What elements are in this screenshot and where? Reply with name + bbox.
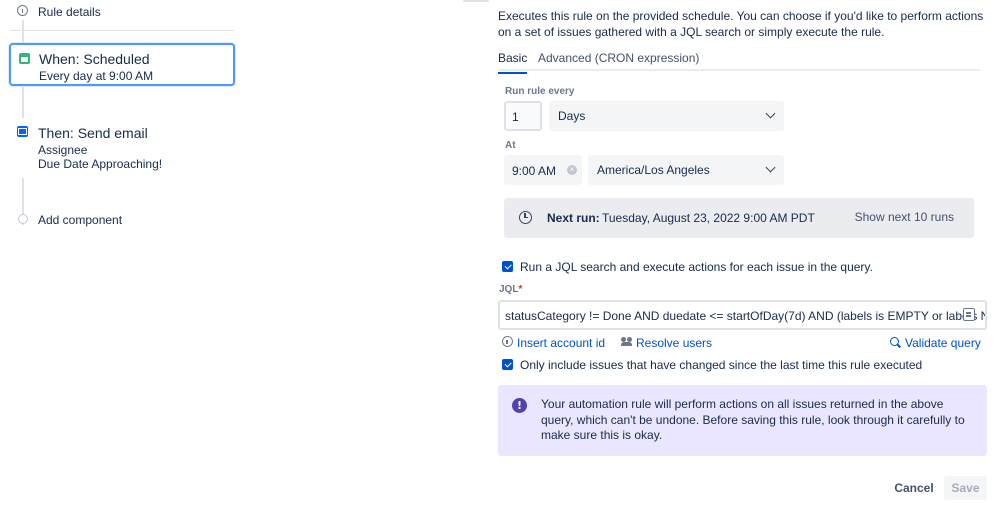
only-changed-checkbox[interactable] (502, 359, 513, 370)
scheduled-description: Executes this rule on the provided sched… (498, 9, 984, 39)
users-icon (621, 337, 633, 347)
schedule-tabs: Basic Advanced (CRON expression) (498, 50, 980, 74)
calendar-icon (19, 53, 30, 64)
clear-icon[interactable]: × (567, 165, 577, 175)
search-icon (890, 337, 901, 348)
next-run-panel: Next run: Tuesday, August 23, 2022 9:00 … (504, 198, 974, 238)
add-component-button[interactable]: Add component (10, 208, 234, 232)
email-icon (17, 126, 28, 137)
add-circle-icon (18, 214, 28, 224)
clock-icon (519, 211, 532, 224)
jql-search-checkbox-label[interactable]: Run a JQL search and execute actions for… (520, 260, 873, 274)
chevron-down-icon (765, 162, 776, 173)
next-run-label: Next run: (547, 211, 600, 225)
info-icon (502, 336, 513, 347)
time-picker[interactable]: 9:00 AM × (504, 155, 582, 185)
show-next-runs-button[interactable]: Show next 10 runs (855, 210, 954, 224)
chevron-down-icon (765, 108, 776, 119)
warning-message: ! Your automation rule will perform acti… (498, 385, 987, 456)
tab-basic[interactable]: Basic (498, 51, 528, 74)
run-every-unit-select[interactable]: Days (549, 101, 784, 131)
action-line-assignee: Assignee (38, 143, 88, 157)
insert-account-id-link[interactable]: Insert account id (517, 336, 605, 350)
info-icon (17, 5, 28, 16)
jql-search-checkbox[interactable] (502, 261, 513, 272)
warning-text: Your automation rule will perform action… (541, 397, 965, 442)
validate-query-link[interactable]: Validate query (905, 336, 981, 350)
expand-editor-icon[interactable] (963, 308, 975, 321)
trigger-title: When: Scheduled (39, 51, 150, 67)
resolve-users-link[interactable]: Resolve users (636, 336, 712, 350)
trigger-subtitle: Every day at 9:00 AM (39, 69, 154, 83)
run-every-input[interactable]: 1 (504, 101, 542, 131)
rule-details-item[interactable]: Rule details (10, 0, 234, 31)
trigger-card-scheduled[interactable]: When: Scheduled Every day at 9:00 AM (9, 43, 235, 86)
run-every-unit-value: Days (558, 109, 586, 123)
next-run-value: Tuesday, August 23, 2022 9:00 AM PDT (602, 211, 815, 225)
jql-label: JQL* (499, 284, 523, 295)
action-line-subject: Due Date Approaching! (38, 157, 163, 171)
time-value: 9:00 AM (512, 164, 557, 178)
jql-input[interactable]: statusCategory != Done AND duedate <= st… (498, 300, 987, 330)
tab-advanced-cron[interactable]: Advanced (CRON expression) (538, 51, 699, 71)
only-changed-checkbox-label[interactable]: Only include issues that have changed si… (520, 358, 922, 372)
action-card-send-email[interactable]: Then: Send email Assignee Due Date Appro… (10, 118, 234, 178)
action-title: Then: Send email (38, 125, 148, 141)
run-every-label: Run rule every (505, 86, 575, 97)
warning-icon: ! (512, 398, 527, 413)
cancel-button[interactable]: Cancel (886, 476, 942, 500)
panel-top-divider (463, 0, 489, 2)
timezone-select[interactable]: America/Los Angeles (588, 155, 784, 185)
timezone-value: America/Los Angeles (597, 163, 710, 177)
rule-details-label: Rule details (38, 5, 101, 19)
at-label: At (505, 140, 516, 151)
save-button[interactable]: Save (944, 476, 987, 500)
add-component-label: Add component (38, 213, 123, 227)
required-marker: * (518, 284, 523, 295)
